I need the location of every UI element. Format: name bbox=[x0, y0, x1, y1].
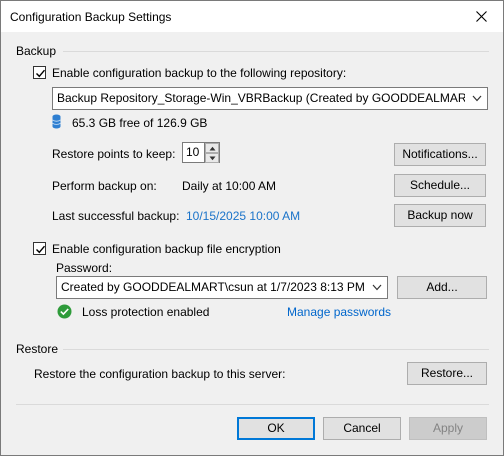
spin-up-button[interactable] bbox=[205, 143, 219, 153]
restore-button[interactable]: Restore... bbox=[407, 362, 487, 385]
ok-button[interactable]: OK bbox=[237, 417, 315, 440]
restore-points-input[interactable]: 10 bbox=[182, 142, 205, 163]
loss-protection-text: Loss protection enabled bbox=[82, 305, 210, 319]
checkmark-icon bbox=[36, 69, 46, 78]
password-select[interactable]: Created by GOODDEALMART\csun at 1/7/2023… bbox=[56, 276, 388, 299]
close-button[interactable] bbox=[459, 1, 503, 32]
perform-backup-label: Perform backup on: bbox=[52, 179, 157, 193]
title-bar: Configuration Backup Settings bbox=[1, 1, 503, 32]
schedule-button[interactable]: Schedule... bbox=[394, 174, 486, 197]
free-space-text: 65.3 GB free of 126.9 GB bbox=[72, 116, 208, 130]
manage-passwords-link[interactable]: Manage passwords bbox=[287, 305, 391, 319]
backup-now-button[interactable]: Backup now bbox=[394, 204, 486, 227]
last-backup-value: 10/15/2025 10:00 AM bbox=[186, 209, 301, 223]
check-circle-icon bbox=[57, 304, 72, 319]
repository-select[interactable]: Backup Repository_Storage-Win_VBRBackup … bbox=[52, 87, 488, 110]
restore-section-label: Restore bbox=[16, 342, 59, 356]
restore-points-spinner[interactable] bbox=[205, 142, 220, 163]
cancel-button[interactable]: Cancel bbox=[323, 417, 401, 440]
notifications-button[interactable]: Notifications... bbox=[394, 143, 486, 166]
footer-divider bbox=[16, 404, 489, 405]
chevron-up-icon bbox=[209, 146, 216, 151]
enable-backup-checkbox[interactable] bbox=[33, 66, 46, 79]
password-label: Password: bbox=[56, 261, 113, 275]
database-icon bbox=[52, 114, 61, 129]
add-password-button[interactable]: Add... bbox=[397, 276, 487, 299]
chevron-down-icon bbox=[472, 95, 482, 102]
password-select-value: Created by GOODDEALMART\csun at 1/7/2023… bbox=[61, 280, 365, 294]
restore-description: Restore the configuration backup to this… bbox=[34, 367, 286, 381]
window-title: Configuration Backup Settings bbox=[10, 10, 172, 24]
spin-down-button[interactable] bbox=[205, 153, 219, 163]
enable-encryption-checkbox[interactable] bbox=[33, 242, 46, 255]
perform-backup-value: Daily at 10:00 AM bbox=[182, 179, 277, 193]
close-icon bbox=[475, 11, 487, 22]
enable-backup-label[interactable]: Enable configuration backup to the follo… bbox=[52, 66, 346, 80]
checkmark-icon bbox=[36, 245, 46, 254]
dialog-window: Configuration Backup Settings Backup Ena… bbox=[0, 0, 504, 456]
backup-section-label: Backup bbox=[16, 44, 57, 58]
apply-button[interactable]: Apply bbox=[409, 417, 487, 440]
backup-section-divider bbox=[63, 51, 489, 52]
chevron-down-icon bbox=[372, 284, 382, 291]
repository-select-value: Backup Repository_Storage-Win_VBRBackup … bbox=[57, 91, 465, 105]
enable-encryption-label[interactable]: Enable configuration backup file encrypt… bbox=[52, 242, 281, 256]
last-backup-label: Last successful backup: bbox=[52, 209, 180, 223]
restore-section-divider bbox=[63, 349, 489, 350]
restore-points-label: Restore points to keep: bbox=[52, 147, 176, 161]
chevron-down-icon bbox=[209, 156, 216, 161]
